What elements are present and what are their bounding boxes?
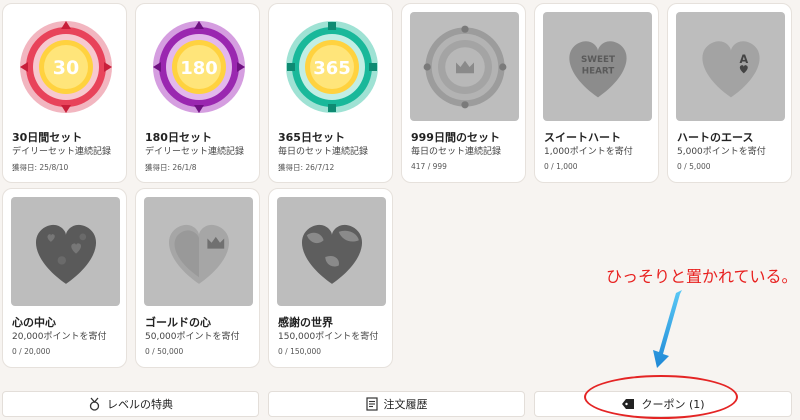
level-benefits-button[interactable]: レベルの特典: [2, 391, 259, 417]
achievement-card-heart-center[interactable]: 心の中心 20,000ポイントを寄付 0 / 20,000: [2, 188, 127, 368]
card-progress: 0 / 5,000: [677, 162, 711, 171]
annotation-highlight-ellipse: [584, 375, 738, 419]
card-title: 180日セット: [145, 131, 212, 144]
receipt-icon: [365, 397, 378, 411]
card-subtitle: 5,000ポイントを寄付: [677, 147, 766, 157]
order-history-label: 注文履歴: [383, 398, 428, 411]
card-meta: 獲得日: 26/7/12: [278, 163, 335, 172]
card-title: ゴールドの心: [145, 316, 211, 329]
card-subtitle: 50,000ポイントを寄付: [145, 332, 240, 342]
achievement-card-sweetheart[interactable]: SWEET HEART スイートハート 1,000ポイントを寄付 0 / 1,0…: [534, 3, 659, 183]
sweetheart-locked-image: SWEET HEART: [543, 12, 652, 121]
achievement-card-180days[interactable]: 180 180日セット デイリーセット連続記録 獲得日: 26/1/8: [135, 3, 260, 183]
sweet-text: SWEET: [580, 55, 614, 65]
badge-365-image: 365: [277, 12, 386, 121]
badge-180-text: 180: [180, 58, 218, 79]
card-title: 感謝の世界: [278, 316, 333, 329]
achievement-card-ace-of-hearts[interactable]: A ハートのエース 5,000ポイントを寄付 0 / 5,000: [667, 3, 792, 183]
level-benefits-label: レベルの特典: [107, 398, 173, 411]
card-meta: 獲得日: 26/1/8: [145, 163, 197, 172]
achievement-card-999days[interactable]: 999日間のセット 毎日のセット連続記録 417 / 999: [401, 3, 526, 183]
card-title: 30日間セット: [12, 131, 83, 144]
card-title: スイートハート: [544, 131, 621, 144]
card-progress: 0 / 50,000: [145, 347, 184, 356]
card-title: 心の中心: [12, 316, 56, 329]
ace-letter: A: [739, 53, 748, 66]
achievement-card-gold-heart[interactable]: ゴールドの心 50,000ポイントを寄付 0 / 50,000: [135, 188, 260, 368]
card-progress: 0 / 20,000: [12, 347, 51, 356]
card-subtitle: 20,000ポイントを寄付: [12, 332, 107, 342]
card-progress: 0 / 1,000: [544, 162, 578, 171]
card-progress: 0 / 150,000: [278, 347, 322, 356]
heart-center-locked-image: [11, 197, 120, 306]
card-subtitle: 1,000ポイントを寄付: [544, 147, 633, 157]
card-subtitle: 150,000ポイントを寄付: [278, 332, 379, 342]
order-history-button[interactable]: 注文履歴: [268, 391, 525, 417]
badge-30-text: 30: [52, 57, 78, 79]
medal-icon: [88, 397, 101, 411]
card-subtitle: 毎日のセット連続記録: [411, 147, 502, 157]
card-meta: 獲得日: 25/8/10: [12, 163, 69, 172]
annotation-text: ひっそりと置かれている。: [606, 267, 798, 286]
card-progress: 417 / 999: [411, 162, 447, 171]
card-subtitle: デイリーセット連続記録: [12, 147, 112, 157]
card-title: 999日間のセット: [411, 131, 500, 144]
ace-of-hearts-locked-image: A: [676, 12, 785, 121]
badge-999-locked-image: [410, 12, 519, 121]
world-of-thanks-locked-image: [277, 197, 386, 306]
achievement-card-world-of-thanks[interactable]: 感謝の世界 150,000ポイントを寄付 0 / 150,000: [268, 188, 393, 368]
card-title: ハートのエース: [677, 131, 754, 144]
badge-180-image: 180: [144, 12, 253, 121]
achievement-card-365days[interactable]: 365 365日セット 毎日のセット連続記録 獲得日: 26/7/12: [268, 3, 393, 183]
heart-text: HEART: [581, 66, 614, 76]
card-subtitle: デイリーセット連続記録: [145, 147, 245, 157]
card-title: 365日セット: [278, 131, 345, 144]
gold-heart-locked-image: [144, 197, 253, 306]
badge-30-image: 30: [11, 12, 120, 121]
badge-365-text: 365: [313, 58, 351, 79]
achievement-card-30days[interactable]: 30 30日間セット デイリーセット連続記録 獲得日: 25/8/10: [2, 3, 127, 183]
card-subtitle: 毎日のセット連続記録: [278, 147, 369, 157]
